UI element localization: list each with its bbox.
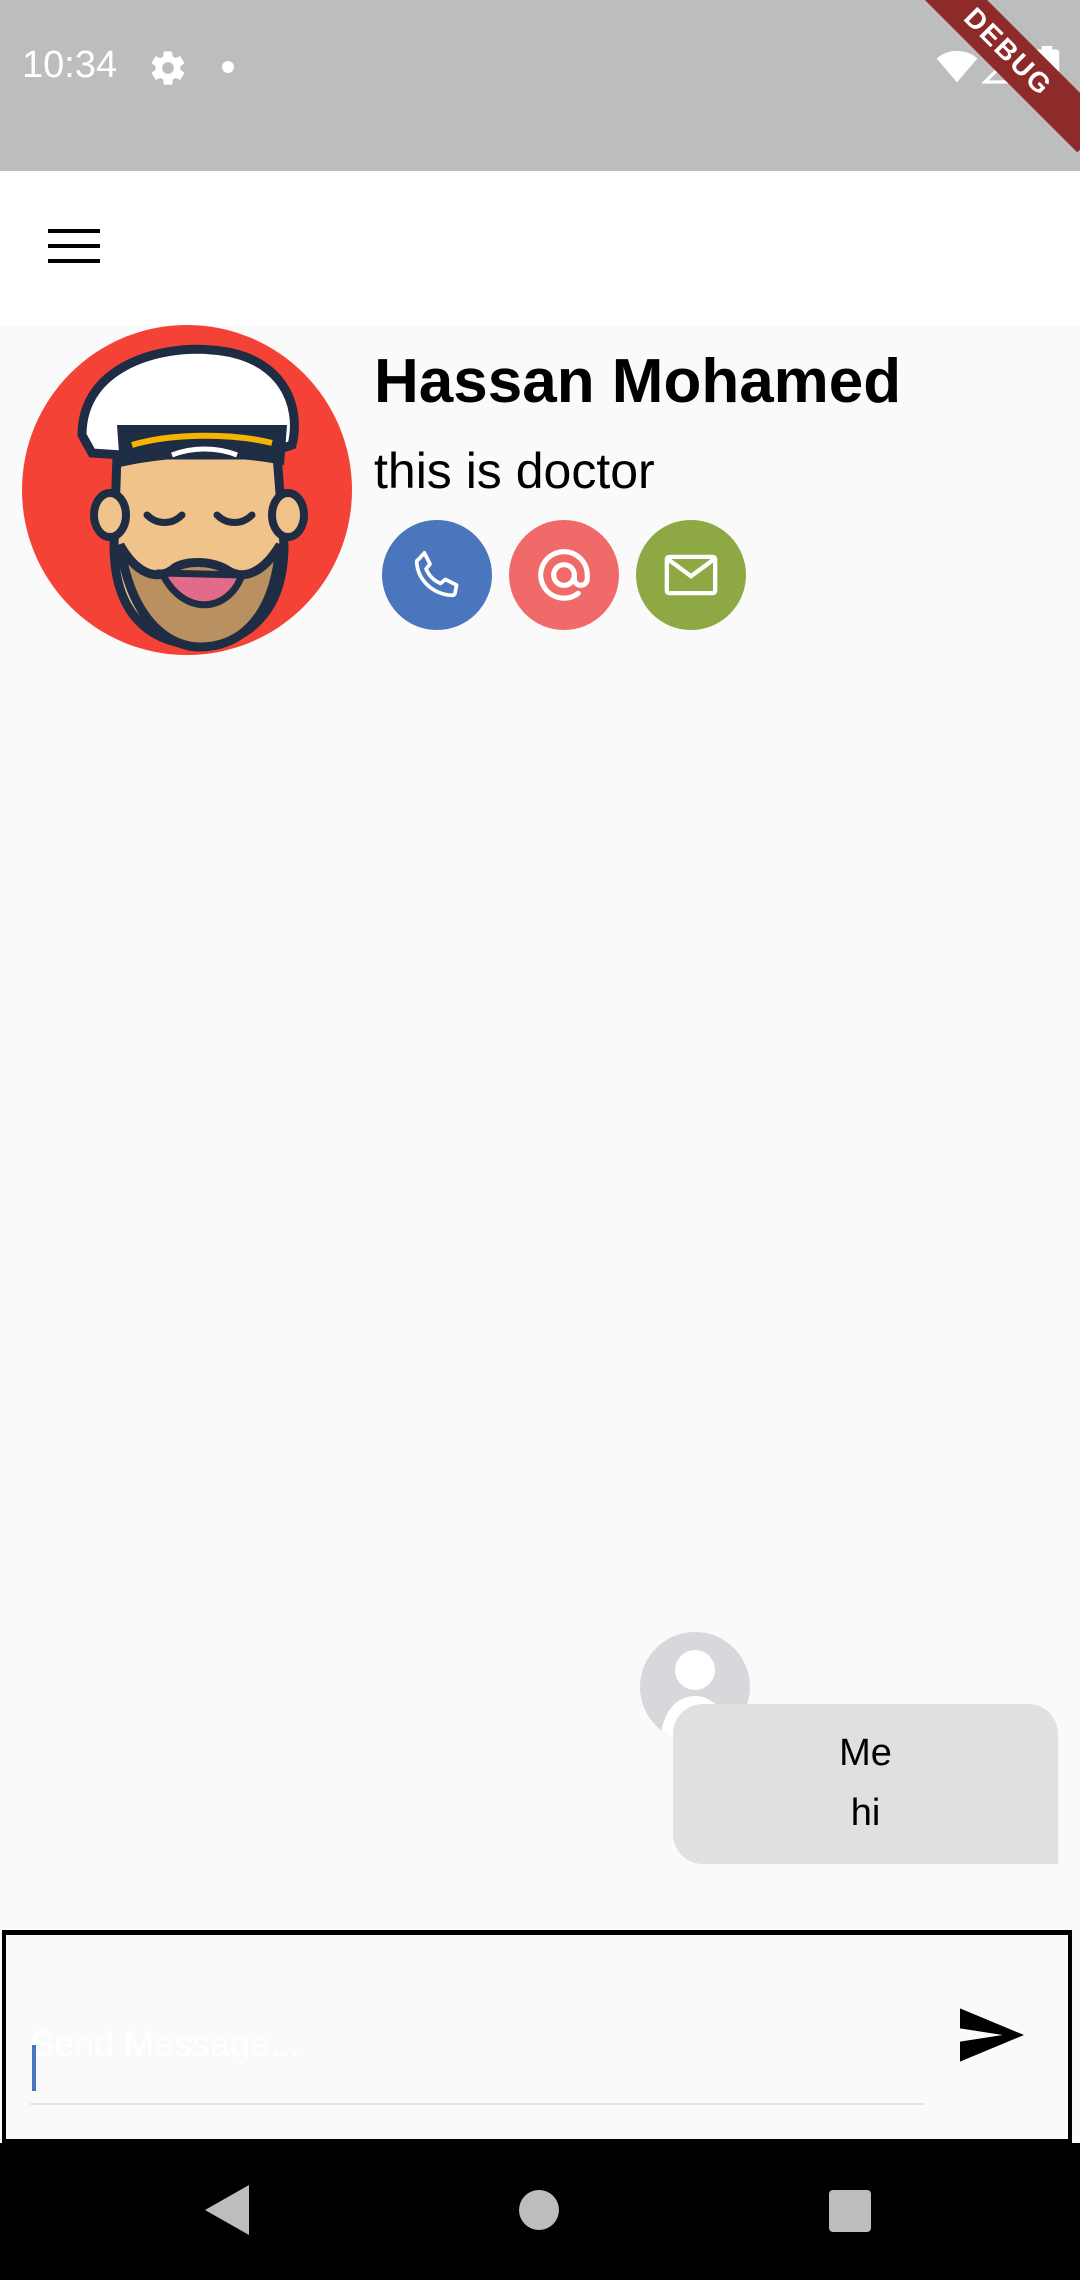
notification-dot-icon [222,61,234,73]
text-caret [32,2045,36,2091]
hamburger-menu-icon [48,229,100,263]
recents-icon[interactable] [829,2190,871,2232]
app-bar [0,171,1080,326]
at-icon [538,549,590,601]
mail-button[interactable] [636,520,746,630]
status-time: 10:34 [22,44,118,86]
profile-avatar [22,325,352,655]
message-text: hi [850,1792,881,1834]
home-icon[interactable] [519,2190,559,2230]
at-button[interactable] [509,520,619,630]
back-icon[interactable] [205,2185,249,2235]
wifi-icon [936,50,978,83]
gear-icon [151,51,185,85]
mail-icon [664,554,718,596]
message-composer [2,1930,1072,2143]
phone-icon [414,550,459,598]
message-bubble: Me hi [673,1704,1058,1864]
profile-name: Hassan Mohamed [374,347,902,416]
message-sender: Me [839,1732,892,1774]
system-navigation-bar [0,2143,1080,2280]
message-input[interactable] [30,1985,925,2105]
menu-button[interactable] [34,211,114,281]
status-bar: 10:34 DEBUG [0,0,1080,171]
profile-role: this is doctor [374,443,655,499]
captain-avatar-icon [77,344,308,652]
send-icon [960,2008,1024,2062]
call-button[interactable] [382,520,492,630]
send-button[interactable] [952,1995,1032,2075]
